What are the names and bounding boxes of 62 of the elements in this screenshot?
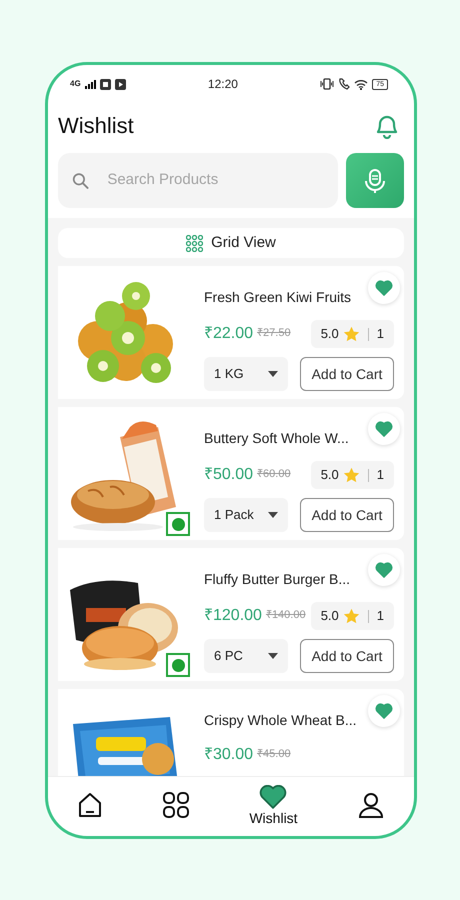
- star-icon: [342, 467, 360, 483]
- original-price: ₹140.00: [266, 609, 306, 623]
- heart-icon: [259, 785, 288, 809]
- grid-view-button[interactable]: Grid View: [58, 228, 404, 258]
- heart-icon: [375, 421, 393, 437]
- wishlist-toggle[interactable]: [368, 554, 400, 586]
- product-price: ₹30.00: [204, 745, 254, 765]
- review-count: 1: [376, 466, 384, 484]
- nav-tab[interactable]: Wishlist: [249, 785, 298, 825]
- product-name: Fluffy Butter Burger B...: [204, 570, 350, 589]
- grid-icon: [162, 791, 190, 819]
- add-to-cart-button[interactable]: Add to Cart: [300, 498, 394, 532]
- unit-dropdown[interactable]: 1 Pack: [204, 498, 288, 532]
- review-count: 1: [376, 325, 384, 344]
- wishlist-toggle[interactable]: [368, 695, 400, 727]
- nav-tab[interactable]: [356, 791, 385, 819]
- wishlist-toggle[interactable]: [368, 413, 400, 445]
- caret-icon: [268, 371, 278, 377]
- add-to-cart-button[interactable]: Add to Cart: [300, 639, 394, 673]
- rating-value: 5.0: [320, 466, 339, 484]
- product-name: Buttery Soft Whole W...: [204, 429, 349, 448]
- search-field[interactable]: Search Products: [58, 153, 338, 208]
- rating-value: 5.0: [320, 325, 339, 344]
- star-icon: [342, 608, 360, 624]
- original-price: ₹27.50: [257, 327, 292, 341]
- nav-tab[interactable]: [162, 791, 190, 819]
- wishlist-toggle[interactable]: [368, 272, 400, 304]
- play-icon: [114, 78, 126, 90]
- wifi-icon: [354, 78, 368, 90]
- product-name: Crispy Whole Wheat B...: [204, 711, 356, 730]
- notification-icon: [100, 78, 111, 90]
- search-input[interactable]: Search Products: [105, 168, 324, 193]
- unit-dropdown[interactable]: 1 KG: [204, 357, 288, 391]
- product-name: Fresh Green Kiwi Fruits: [204, 288, 352, 307]
- product-price: ₹120.00: [204, 606, 262, 626]
- product-price: ₹22.00: [204, 324, 254, 344]
- voice-search-button[interactable]: [346, 153, 404, 208]
- page-title: Wishlist: [58, 112, 134, 140]
- vibrate-icon: [320, 78, 334, 90]
- status-time: 12:20: [208, 76, 238, 93]
- caret-icon: [268, 512, 278, 518]
- nav-tab[interactable]: [77, 791, 104, 819]
- microphone-icon: [362, 166, 388, 194]
- home-icon: [77, 791, 104, 819]
- grid-icon: [186, 234, 204, 252]
- search-icon: [72, 170, 90, 190]
- review-count: 1: [376, 607, 384, 626]
- add-to-cart-button[interactable]: Add to Cart: [300, 357, 394, 391]
- original-price: ₹60.00: [257, 468, 292, 482]
- profile-icon: [356, 791, 385, 819]
- unit-dropdown[interactable]: 6 PC: [204, 639, 288, 673]
- heart-icon: [375, 280, 393, 296]
- heart-icon: [375, 703, 393, 719]
- heart-icon: [375, 562, 393, 578]
- network-label: 4G: [70, 78, 81, 90]
- original-price: ₹45.00: [257, 748, 292, 762]
- rating-value: 5.0: [320, 607, 339, 626]
- caret-icon: [268, 653, 278, 659]
- product-price: ₹50.00: [204, 465, 254, 485]
- signal-icon: [84, 80, 96, 88]
- call-icon: [338, 78, 350, 90]
- star-icon: [342, 326, 360, 342]
